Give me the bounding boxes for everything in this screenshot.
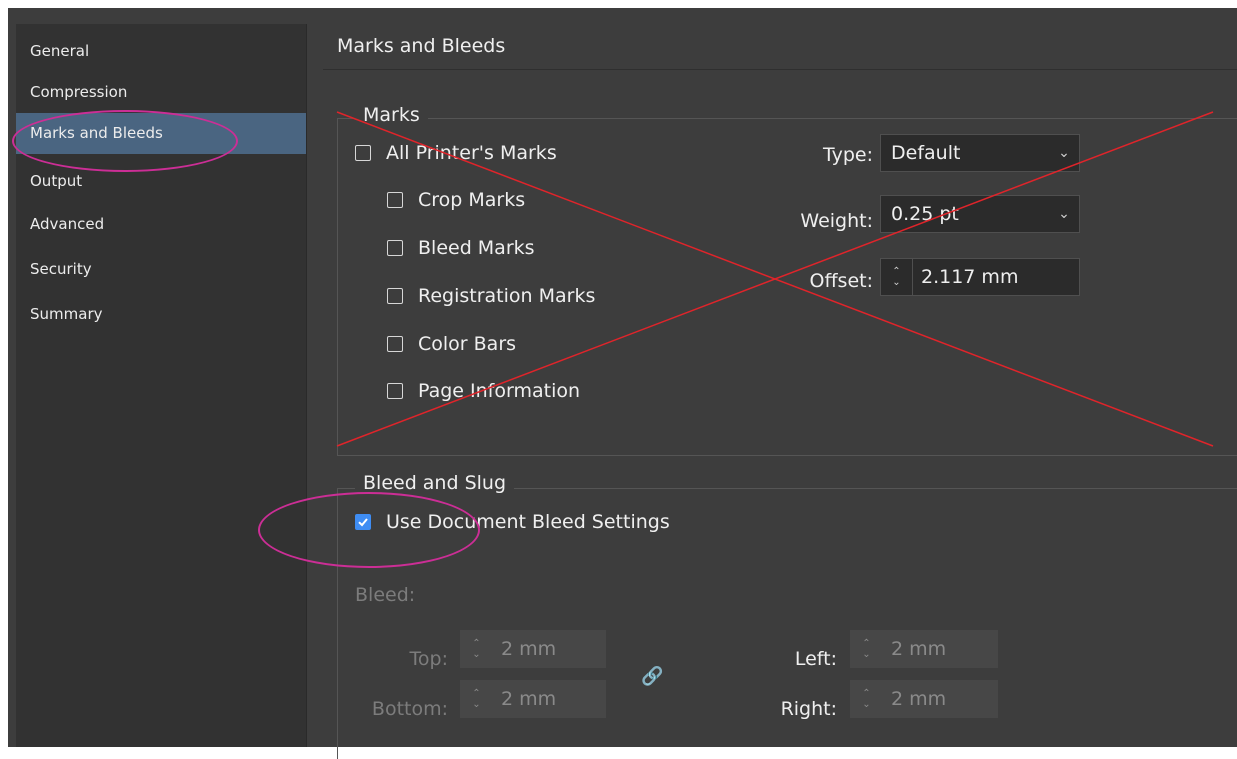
color-bars-checkbox[interactable]: Color Bars [387, 333, 516, 355]
crop-marks-checkbox[interactable]: Crop Marks [387, 189, 525, 211]
page-information-checkbox[interactable]: Page Information [387, 380, 580, 402]
bleed-label: Bleed: [355, 584, 416, 606]
right-bleed-value: 2 mm [891, 688, 947, 710]
checkbox-box[interactable] [387, 240, 403, 256]
offset-label: Offset: [809, 270, 874, 292]
color-bars-label: Color Bars [418, 333, 517, 355]
weight-label: Weight: [800, 210, 873, 232]
page-title: Marks and Bleeds [337, 35, 506, 57]
registration-marks-checkbox[interactable]: Registration Marks [387, 285, 595, 307]
type-value: Default [891, 142, 961, 164]
link-icon[interactable]: 🔗 [641, 666, 663, 687]
title-divider [323, 69, 1237, 70]
weight-dropdown[interactable]: 0.25 pt ⌄ [880, 195, 1080, 233]
checkbox-box[interactable] [387, 288, 403, 304]
top-bleed-spinner[interactable]: ⌃ ⌄ 2 mm [460, 630, 606, 668]
spin-arrows-icon[interactable]: ⌃ ⌄ [881, 259, 913, 295]
sidebar-item-compression[interactable]: Compression [16, 72, 306, 113]
annotation-ellipse [258, 492, 480, 568]
bleed-marks-label: Bleed Marks [418, 237, 535, 259]
registration-marks-label: Registration Marks [418, 285, 596, 307]
annotation-ellipse [12, 110, 238, 172]
top-bleed-value: 2 mm [501, 638, 557, 660]
offset-value: 2.117 mm [921, 266, 1019, 288]
bottom-bleed-value: 2 mm [501, 688, 557, 710]
chevron-down-icon: ⌄ [1058, 206, 1070, 222]
sidebar-item-general[interactable]: General [16, 31, 306, 72]
all-printers-marks-checkbox[interactable]: All Printer's Marks [355, 142, 557, 164]
right-bleed-spinner[interactable]: ⌃ ⌄ 2 mm [850, 680, 998, 718]
bleed-marks-checkbox[interactable]: Bleed Marks [387, 237, 535, 259]
page-information-label: Page Information [418, 380, 581, 402]
checkbox-box[interactable] [387, 383, 403, 399]
left-bleed-value: 2 mm [891, 638, 947, 660]
left-bleed-spinner[interactable]: ⌃ ⌄ 2 mm [850, 630, 998, 668]
spin-arrows-icon[interactable]: ⌃ ⌄ [461, 681, 493, 717]
marks-group-title: Marks [355, 104, 428, 126]
checkbox-box[interactable] [355, 145, 371, 161]
right-label: Right: [780, 698, 837, 720]
sidebar-item-summary[interactable]: Summary [16, 294, 306, 335]
type-label: Type: [822, 144, 873, 166]
type-dropdown[interactable]: Default ⌄ [880, 134, 1080, 172]
chevron-down-icon: ⌄ [1058, 145, 1070, 161]
main-panel: Marks and Bleeds Marks All Printer's Mar… [307, 8, 1237, 759]
checkbox-box[interactable] [387, 192, 403, 208]
sidebar-item-advanced[interactable]: Advanced [16, 204, 306, 245]
all-printers-marks-label: All Printer's Marks [386, 142, 557, 164]
left-label: Left: [794, 648, 837, 670]
sidebar-item-security[interactable]: Security [16, 249, 306, 290]
bottom-bleed-spinner[interactable]: ⌃ ⌄ 2 mm [460, 680, 606, 718]
offset-spinner[interactable]: ⌃ ⌄ 2.117 mm [880, 258, 1080, 296]
spin-arrows-icon[interactable]: ⌃ ⌄ [851, 631, 883, 667]
weight-value: 0.25 pt [891, 203, 959, 225]
checkbox-box[interactable] [387, 336, 403, 352]
spin-arrows-icon[interactable]: ⌃ ⌄ [461, 631, 493, 667]
top-label: Top: [409, 648, 448, 670]
spin-arrows-icon[interactable]: ⌃ ⌄ [851, 681, 883, 717]
crop-marks-label: Crop Marks [418, 189, 526, 211]
bleed-and-slug-title: Bleed and Slug [355, 472, 515, 494]
bottom-label: Bottom: [371, 698, 448, 720]
